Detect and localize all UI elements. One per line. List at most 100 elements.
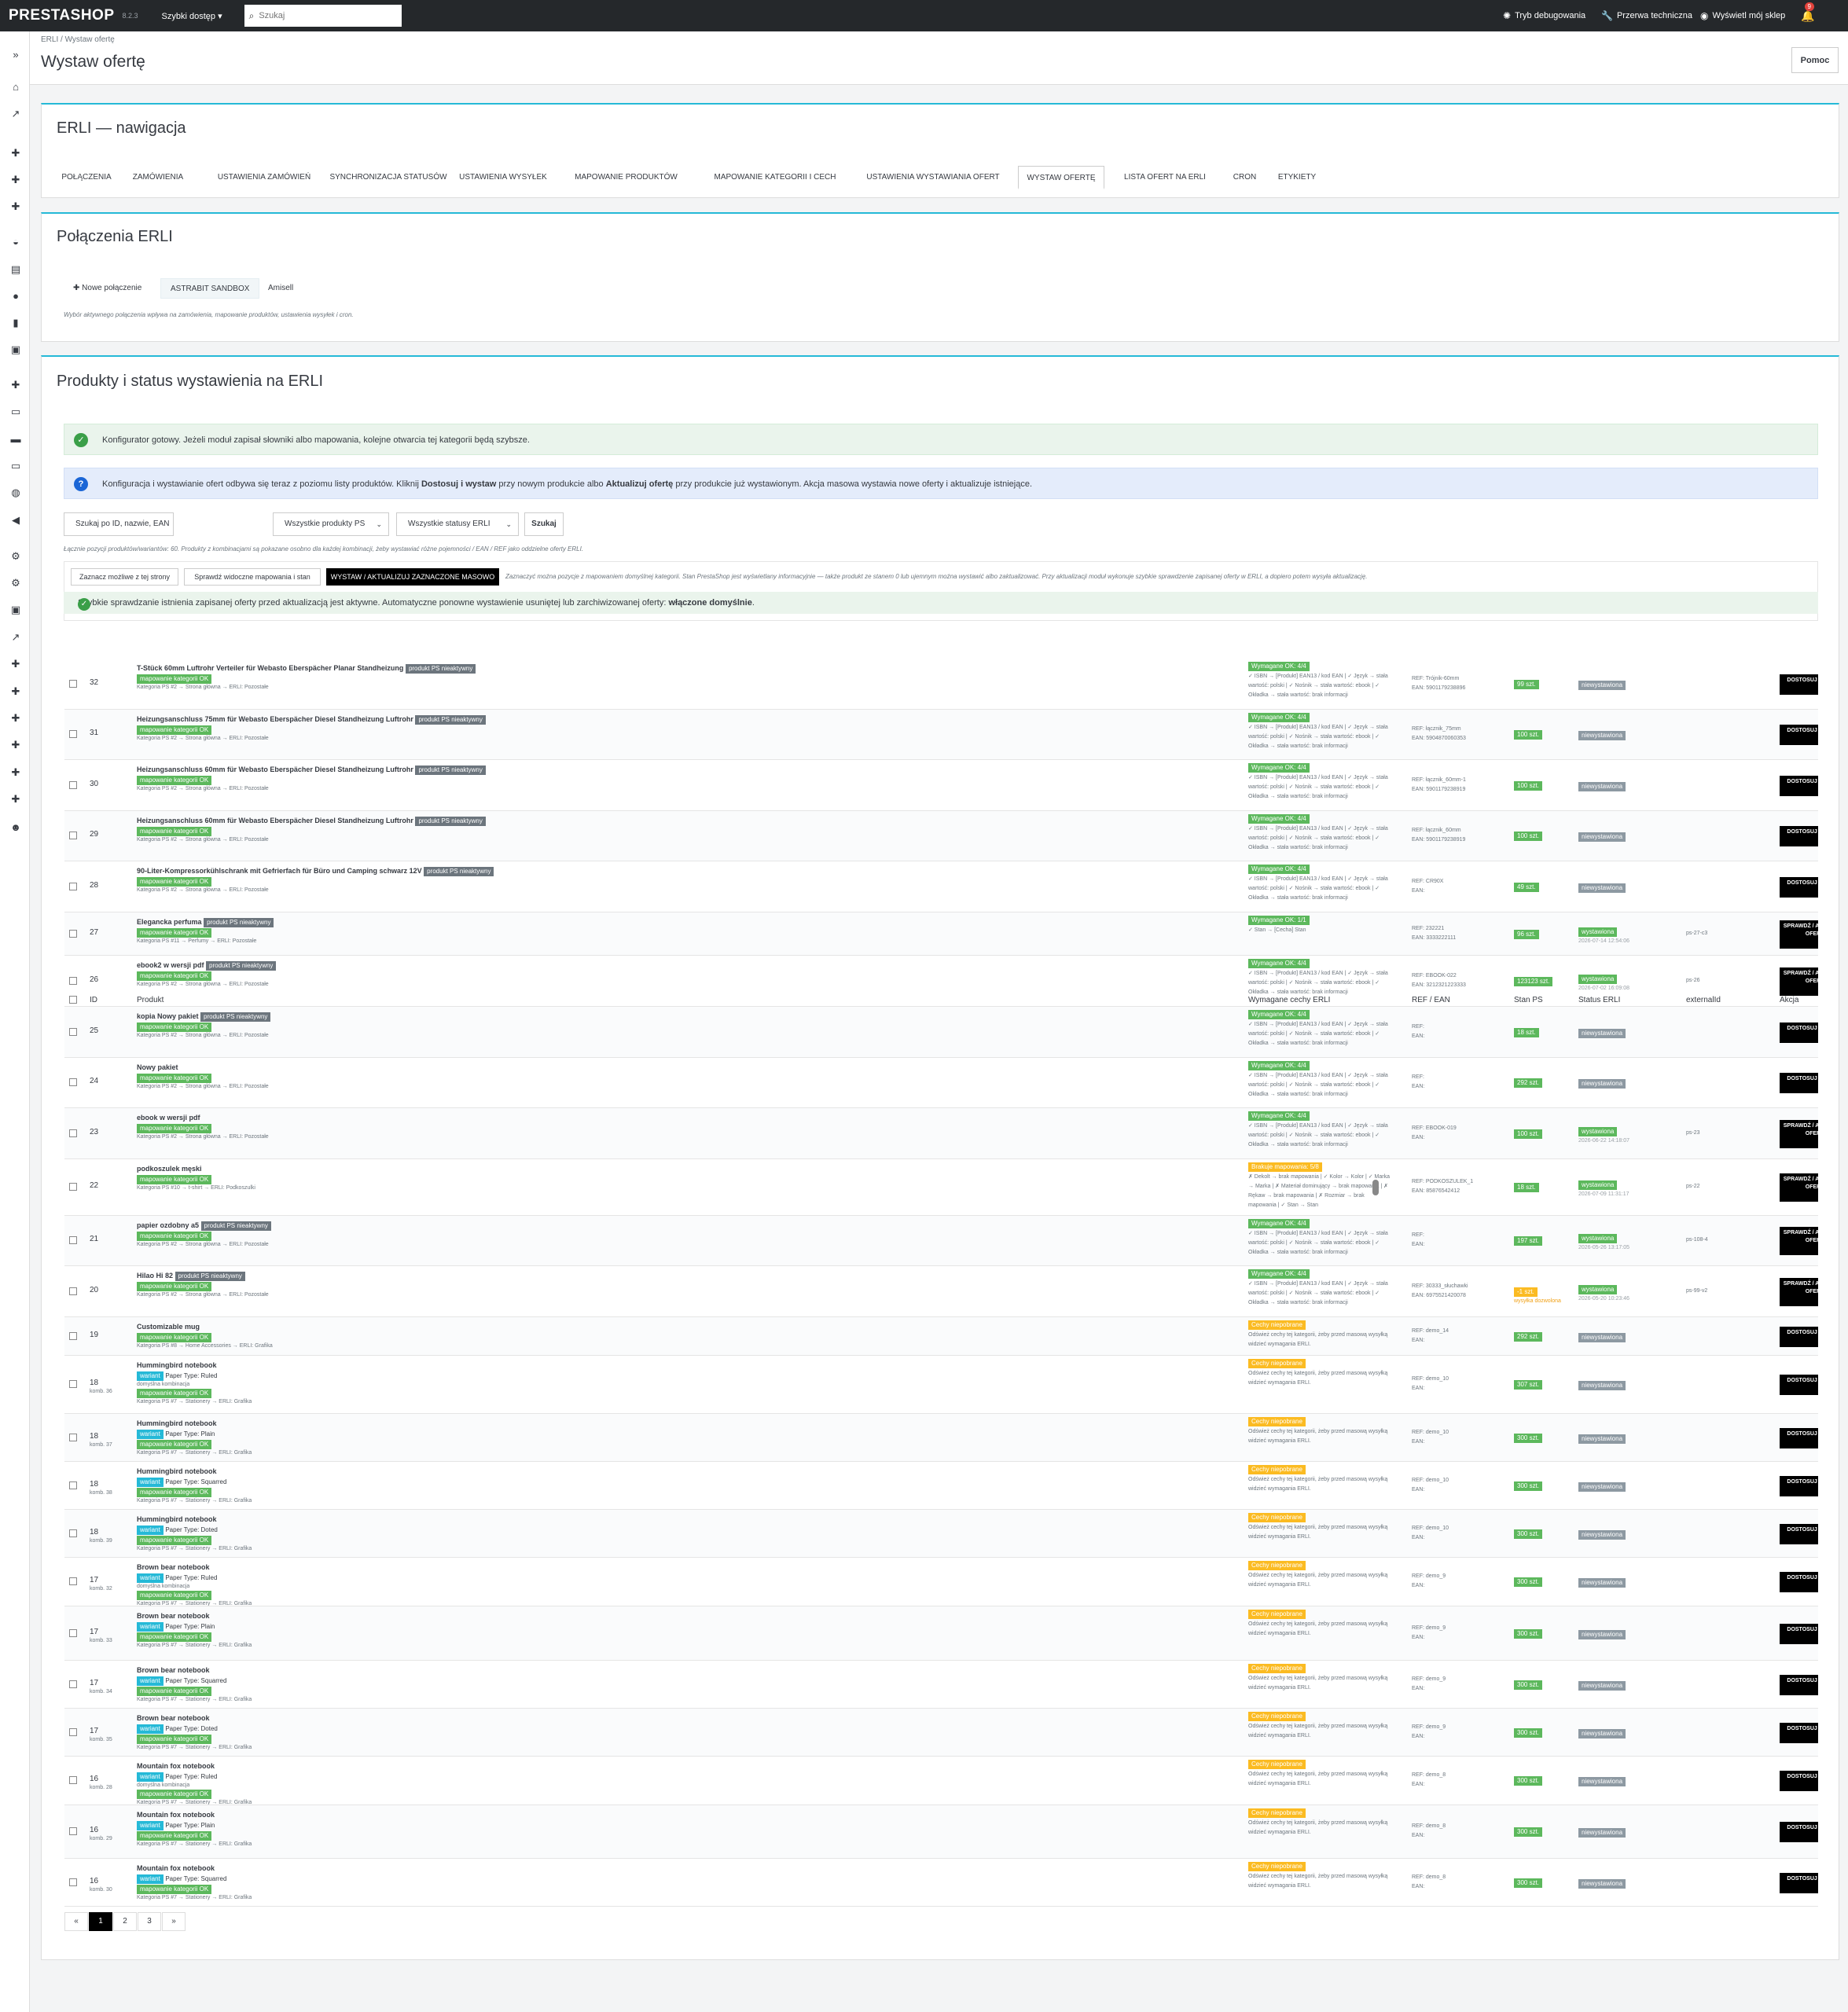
row-action-button[interactable]: SPRAWDŹ / AKTUALIZUJ OFERTĘ bbox=[1780, 920, 1818, 949]
product-name[interactable]: 90-Liter-Kompressorkühlschrank mit Gefri… bbox=[137, 867, 422, 875]
product-name[interactable]: papier ozdobny a5 bbox=[137, 1221, 199, 1229]
megaphone-icon[interactable]: ◀ bbox=[9, 514, 23, 527]
search-button[interactable]: Szukaj bbox=[524, 512, 564, 536]
row-checkbox[interactable] bbox=[69, 1680, 77, 1688]
truck-icon[interactable]: ▬ bbox=[9, 433, 23, 445]
row-checkbox[interactable] bbox=[69, 1878, 77, 1886]
puzzle-icon[interactable]: ✚ bbox=[9, 793, 23, 806]
select-possible-button[interactable]: Zaznacz możliwe z tej strony bbox=[71, 568, 178, 586]
collapse-menu-icon[interactable]: » bbox=[9, 49, 23, 61]
row-checkbox[interactable] bbox=[69, 1028, 77, 1036]
tab-11[interactable]: ETYKIETY bbox=[1272, 166, 1322, 189]
row-action-button[interactable]: DOSTOSUJ I WYSTAW bbox=[1780, 674, 1818, 695]
row-action-button[interactable]: DOSTOSUJ I WYSTAW bbox=[1780, 1073, 1818, 1093]
row-action-button[interactable]: DOSTOSUJ I WYSTAW bbox=[1780, 776, 1818, 796]
product-name[interactable]: Hummingbird notebook bbox=[137, 1467, 217, 1475]
trend-icon[interactable]: ↗ bbox=[9, 631, 23, 644]
row-checkbox[interactable] bbox=[69, 1078, 77, 1086]
puzzle-icon[interactable]: ✚ bbox=[9, 712, 23, 725]
row-checkbox[interactable] bbox=[69, 781, 77, 789]
row-action-button[interactable]: DOSTOSUJ I WYSTAW bbox=[1780, 1873, 1818, 1893]
monitor-icon[interactable]: ▭ bbox=[9, 406, 23, 418]
row-checkbox[interactable] bbox=[69, 1481, 77, 1489]
row-checkbox[interactable] bbox=[69, 1629, 77, 1637]
product-name[interactable]: Heizungsanschluss 60mm für Webasto Ebers… bbox=[137, 817, 413, 824]
row-checkbox[interactable] bbox=[69, 730, 77, 738]
row-checkbox[interactable] bbox=[69, 1332, 77, 1340]
view-shop-link[interactable]: ◉ Wyświetl mój sklep bbox=[1700, 0, 1785, 31]
row-action-button[interactable]: DOSTOSUJ I WYSTAW bbox=[1780, 725, 1818, 745]
product-name[interactable]: Mountain fox notebook bbox=[137, 1811, 215, 1819]
puzzle-icon[interactable]: ✚ bbox=[9, 379, 23, 391]
tab-2[interactable]: USTAWIENIA ZAMÓWIEŃ bbox=[207, 166, 321, 189]
product-name[interactable]: Customizable mug bbox=[137, 1323, 200, 1331]
row-action-button[interactable]: DOSTOSUJ I WYSTAW bbox=[1780, 1723, 1818, 1743]
home-icon[interactable]: ⌂ bbox=[9, 81, 23, 93]
settings-box-icon[interactable]: ▣ bbox=[9, 604, 23, 616]
tab-7[interactable]: USTAWIENIA WYSTAWIANIA OFERT bbox=[854, 166, 1012, 189]
maintenance-link[interactable]: 🔧 Przerwa techniczna bbox=[1601, 0, 1692, 31]
product-name[interactable]: Brown bear notebook bbox=[137, 1612, 210, 1620]
features-scrollbar[interactable] bbox=[1372, 1180, 1379, 1195]
row-checkbox[interactable] bbox=[69, 977, 77, 985]
product-name[interactable]: Nowy pakiet bbox=[137, 1063, 178, 1071]
row-action-button[interactable]: SPRAWDŹ / AKTUALIZUJ OFERTĘ bbox=[1780, 1278, 1818, 1306]
row-checkbox[interactable] bbox=[69, 1434, 77, 1441]
row-checkbox[interactable] bbox=[69, 1529, 77, 1537]
tab-1[interactable]: ZAMÓWIENIA bbox=[123, 166, 193, 189]
tab-5[interactable]: MAPOWANIE PRODUKTÓW bbox=[557, 166, 695, 189]
chat-icon[interactable]: ▮ bbox=[9, 317, 23, 329]
row-action-button[interactable]: DOSTOSUJ I WYSTAW bbox=[1780, 826, 1818, 846]
row-checkbox[interactable] bbox=[69, 1380, 77, 1388]
row-action-button[interactable]: DOSTOSUJ I WYSTAW bbox=[1780, 1375, 1818, 1395]
stats-icon[interactable]: ↗ bbox=[9, 108, 23, 120]
team-icon[interactable]: ☻ bbox=[9, 821, 23, 833]
row-checkbox[interactable] bbox=[69, 883, 77, 890]
row-checkbox[interactable] bbox=[69, 1287, 77, 1295]
row-checkbox[interactable] bbox=[69, 1728, 77, 1736]
global-search-input[interactable] bbox=[259, 11, 385, 20]
row-action-button[interactable]: DOSTOSUJ I WYSTAW bbox=[1780, 877, 1818, 898]
card-icon[interactable]: ▭ bbox=[9, 460, 23, 472]
product-name[interactable]: Hilao Hi 82 bbox=[137, 1272, 173, 1280]
help-button[interactable]: Pomoc bbox=[1791, 47, 1839, 73]
product-name[interactable]: Hummingbird notebook bbox=[137, 1361, 217, 1369]
mass-publish-button[interactable]: WYSTAW / AKTUALIZUJ ZAZNACZONE MASOWO bbox=[326, 568, 499, 586]
row-checkbox[interactable] bbox=[69, 1129, 77, 1137]
row-action-button[interactable]: DOSTOSUJ I WYSTAW bbox=[1780, 1572, 1818, 1592]
debug-mode-link[interactable]: ✺ Tryb debugowania bbox=[1503, 0, 1585, 31]
row-checkbox[interactable] bbox=[69, 832, 77, 839]
row-checkbox[interactable] bbox=[69, 1827, 77, 1835]
gear-icon[interactable]: ⚙ bbox=[9, 550, 23, 563]
row-action-button[interactable]: DOSTOSUJ I WYSTAW bbox=[1780, 1476, 1818, 1496]
notifications-button[interactable]: 🔔 9 bbox=[1796, 0, 1820, 31]
breadcrumb[interactable]: ERLI / Wystaw ofertę bbox=[41, 35, 115, 44]
row-checkbox[interactable] bbox=[69, 1776, 77, 1784]
tab-3[interactable]: SYNCHRONIZACJA STATUSÓW bbox=[327, 166, 450, 189]
basket-icon[interactable]: ◒ bbox=[9, 236, 23, 248]
page-3-button[interactable]: 3 bbox=[138, 1912, 161, 1931]
row-checkbox[interactable] bbox=[69, 1577, 77, 1585]
row-action-button[interactable]: DOSTOSUJ I WYSTAW bbox=[1780, 1327, 1818, 1347]
product-name[interactable]: Elegancka perfuma bbox=[137, 918, 202, 926]
puzzle-icon[interactable]: ✚ bbox=[9, 739, 23, 751]
tab-9[interactable]: LISTA OFERT NA ERLI bbox=[1113, 166, 1217, 189]
prev-page-button[interactable]: « bbox=[64, 1912, 88, 1931]
product-name[interactable]: Heizungsanschluss 75mm für Webasto Ebers… bbox=[137, 715, 413, 723]
row-checkbox[interactable] bbox=[69, 1236, 77, 1244]
globe-icon[interactable]: ◍ bbox=[9, 486, 23, 499]
connection-amisell[interactable]: Amisell bbox=[259, 278, 303, 299]
row-action-button[interactable]: SPRAWDŹ / AKTUALIZUJ OFERTĘ bbox=[1780, 967, 1818, 996]
tab-0[interactable]: POŁĄCZENIA bbox=[57, 166, 116, 189]
row-action-button[interactable]: DOSTOSUJ I WYSTAW bbox=[1780, 1023, 1818, 1043]
row-action-button[interactable]: DOSTOSUJ I WYSTAW bbox=[1780, 1428, 1818, 1448]
tab-8[interactable]: WYSTAW OFERTĘ bbox=[1018, 166, 1104, 189]
quick-access-dropdown[interactable]: Szybki dostęp ▾ bbox=[162, 11, 222, 21]
row-action-button[interactable]: DOSTOSUJ I WYSTAW bbox=[1780, 1822, 1818, 1842]
product-search-input[interactable]: Szukaj po ID, nazwie, EAN bbox=[64, 512, 174, 536]
product-name[interactable]: Hummingbird notebook bbox=[137, 1419, 217, 1427]
product-name[interactable]: Brown bear notebook bbox=[137, 1714, 210, 1722]
next-page-button[interactable]: » bbox=[162, 1912, 186, 1931]
puzzle-icon[interactable]: ✚ bbox=[9, 685, 23, 698]
customer-icon[interactable]: ● bbox=[9, 290, 23, 302]
